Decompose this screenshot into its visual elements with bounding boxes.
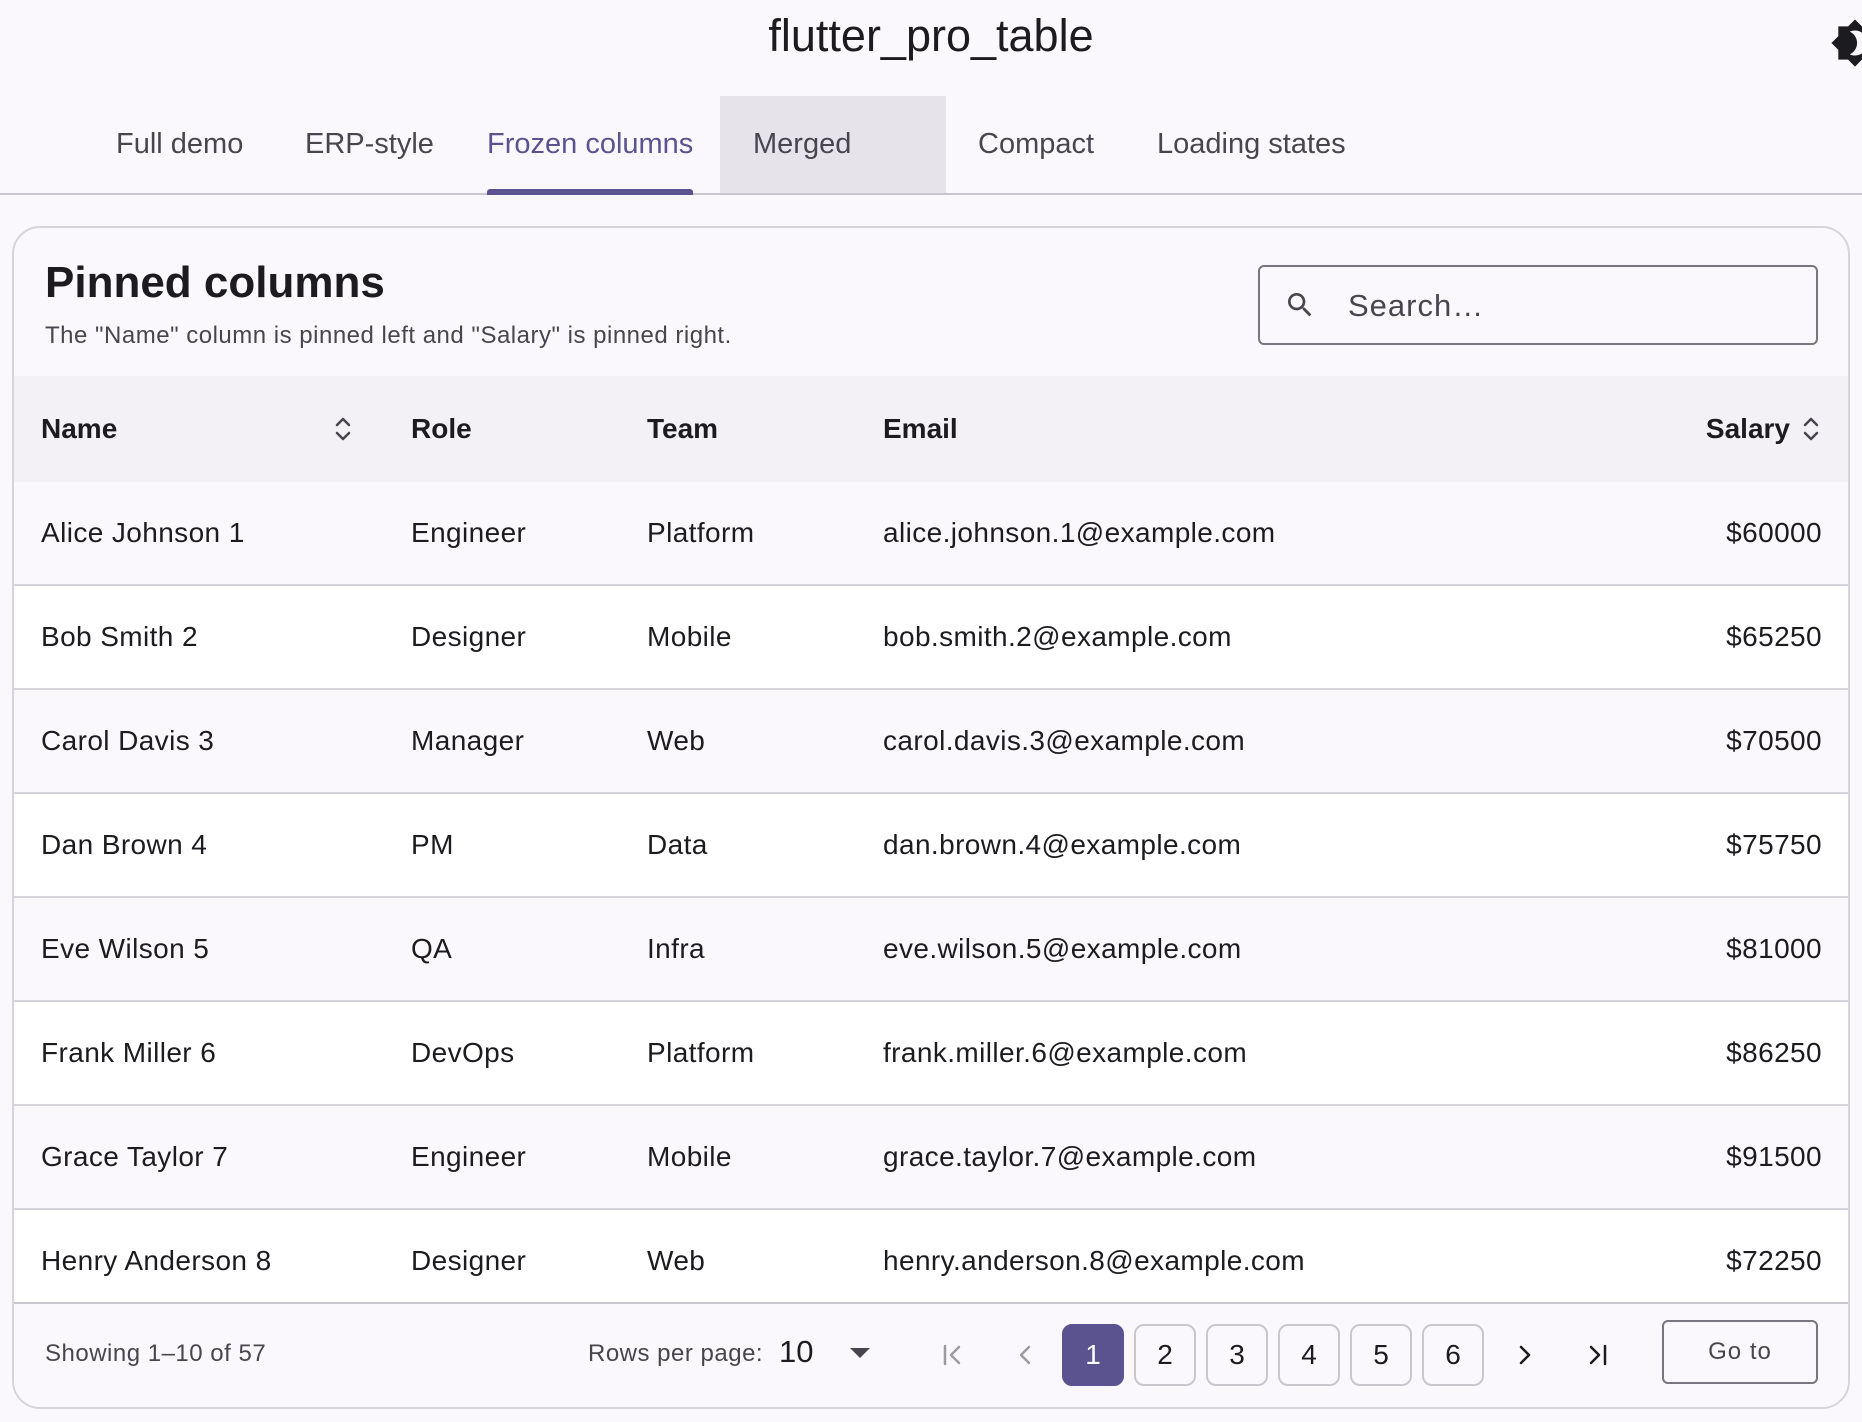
app-title: flutter_pro_table	[768, 10, 1094, 61]
table-row[interactable]: Bob Smith 2 Designer Mobile bob.smith.2@…	[14, 586, 1848, 690]
cell-team: Mobile	[647, 621, 732, 652]
previous-page-icon[interactable]	[1010, 1340, 1040, 1370]
card-subtitle: The "Name" column is pinned left and "Sa…	[45, 322, 732, 349]
table-row[interactable]: Frank Miller 6 DevOps Platform frank.mil…	[14, 1002, 1848, 1106]
next-page-icon[interactable]	[1510, 1340, 1540, 1370]
cell-email: dan.brown.4@example.com	[883, 829, 1242, 860]
column-header-name[interactable]: Name	[41, 376, 117, 482]
tab-merged-cells[interactable]: Merged cells	[720, 96, 946, 257]
first-page-icon[interactable]	[938, 1340, 968, 1370]
column-header-role: Role	[411, 413, 472, 444]
cell-role: Designer	[411, 1245, 527, 1276]
cell-email: grace.taylor.7@example.com	[883, 1141, 1257, 1172]
sort-icon[interactable]	[1800, 414, 1822, 444]
card-header: Pinned columns The "Name" column is pinn…	[14, 228, 1848, 378]
go-to-button[interactable]: Go to	[1662, 1320, 1818, 1384]
theme-toggle-button[interactable]	[1830, 18, 1862, 68]
column-header-team: Team	[647, 413, 719, 444]
cell-salary: $70500	[1726, 725, 1822, 756]
dropdown-caret-icon[interactable]	[848, 1346, 872, 1360]
tab-loading-states[interactable]: Loading states	[1124, 96, 1379, 193]
tab-erp-style[interactable]: ERP-style	[272, 96, 467, 193]
cell-name: Frank Miller 6	[41, 1037, 217, 1068]
cell-salary: $91500	[1726, 1141, 1822, 1172]
cell-name: Eve Wilson 5	[41, 933, 210, 964]
table-row[interactable]: Henry Anderson 8 Designer Web henry.ande…	[14, 1210, 1848, 1314]
cell-email: frank.miller.6@example.com	[883, 1037, 1248, 1068]
table-header: Name Role Team Email Salary	[14, 376, 1848, 484]
cell-team: Mobile	[647, 1141, 732, 1172]
rows-per-page-label: Rows per page:	[588, 1340, 764, 1367]
cell-team: Web	[647, 725, 706, 756]
cell-role: DevOps	[411, 1037, 515, 1068]
cell-team: Platform	[647, 1037, 755, 1068]
tab-label: Full demo	[116, 128, 244, 160]
tab-bar: Full demo ERP-style Frozen columns Merge…	[0, 96, 1862, 257]
cell-team: Web	[647, 1245, 706, 1276]
page-button-2[interactable]: 2	[1134, 1324, 1196, 1386]
cell-role: Engineer	[411, 1141, 527, 1172]
page-button-6[interactable]: 6	[1422, 1324, 1484, 1386]
table-card: Pinned columns The "Name" column is pinn…	[12, 226, 1850, 1409]
last-page-icon[interactable]	[1582, 1340, 1612, 1370]
cell-role: Engineer	[411, 517, 527, 548]
search-icon	[1288, 293, 1312, 317]
page-button-4[interactable]: 4	[1278, 1324, 1340, 1386]
pagination-footer: Showing 1–10 of 57 Rows per page: 10 1 2…	[14, 1302, 1848, 1407]
tab-label: ERP-style	[305, 128, 434, 160]
cell-salary: $86250	[1726, 1037, 1822, 1068]
cell-salary: $65250	[1726, 621, 1822, 652]
rows-per-page-select[interactable]: 10	[779, 1334, 813, 1370]
table-row[interactable]: Grace Taylor 7 Engineer Mobile grace.tay…	[14, 1106, 1848, 1210]
cell-name: Bob Smith 2	[41, 621, 198, 652]
tab-frozen-columns[interactable]: Frozen columns	[454, 96, 726, 195]
table-row[interactable]: Dan Brown 4 PM Data dan.brown.4@example.…	[14, 794, 1848, 898]
cell-email: bob.smith.2@example.com	[883, 621, 1232, 652]
search-field[interactable]	[1258, 265, 1818, 345]
showing-range: Showing 1–10 of 57	[45, 1340, 267, 1367]
tab-label: Compact	[978, 128, 1095, 160]
page-button-5[interactable]: 5	[1350, 1324, 1412, 1386]
cell-team: Platform	[647, 517, 755, 548]
cell-email: henry.anderson.8@example.com	[883, 1245, 1305, 1276]
cell-name: Henry Anderson 8	[41, 1245, 272, 1276]
cell-salary: $72250	[1726, 1245, 1822, 1276]
theme-toggle-icon	[1831, 19, 1862, 67]
tab-label: Frozen columns	[487, 128, 694, 160]
table-row[interactable]: Alice Johnson 1 Engineer Platform alice.…	[14, 482, 1848, 586]
tab-label: Loading states	[1157, 128, 1346, 160]
cell-role: Manager	[411, 725, 525, 756]
cell-role: QA	[411, 933, 453, 964]
sort-icon[interactable]	[332, 414, 354, 444]
cell-role: PM	[411, 829, 454, 860]
page-button-3[interactable]: 3	[1206, 1324, 1268, 1386]
cell-name: Grace Taylor 7	[41, 1141, 229, 1172]
column-header-email: Email	[883, 413, 958, 444]
table-row[interactable]: Carol Davis 3 Manager Web carol.davis.3@…	[14, 690, 1848, 794]
cell-team: Data	[647, 829, 708, 860]
cell-salary: $75750	[1726, 829, 1822, 860]
cell-email: eve.wilson.5@example.com	[883, 933, 1242, 964]
cell-salary: $81000	[1726, 933, 1822, 964]
search-input[interactable]	[1346, 267, 1790, 345]
column-header-salary[interactable]: Salary	[1706, 376, 1790, 482]
app-bar: flutter_pro_table	[0, 0, 1862, 84]
active-tab-indicator	[487, 189, 694, 195]
cell-email: alice.johnson.1@example.com	[883, 517, 1276, 548]
cell-name: Alice Johnson 1	[41, 517, 245, 548]
cell-name: Dan Brown 4	[41, 829, 208, 860]
card-title: Pinned columns	[45, 258, 385, 307]
cell-team: Infra	[647, 933, 706, 964]
cell-name: Carol Davis 3	[41, 725, 215, 756]
table-row[interactable]: Eve Wilson 5 QA Infra eve.wilson.5@examp…	[14, 898, 1848, 1002]
cell-email: carol.davis.3@example.com	[883, 725, 1246, 756]
cell-salary: $60000	[1726, 517, 1822, 548]
tab-compact[interactable]: Compact	[945, 96, 1127, 193]
tab-full-demo[interactable]: Full demo	[83, 96, 276, 193]
page-button-1[interactable]: 1	[1062, 1324, 1124, 1386]
cell-role: Designer	[411, 621, 527, 652]
